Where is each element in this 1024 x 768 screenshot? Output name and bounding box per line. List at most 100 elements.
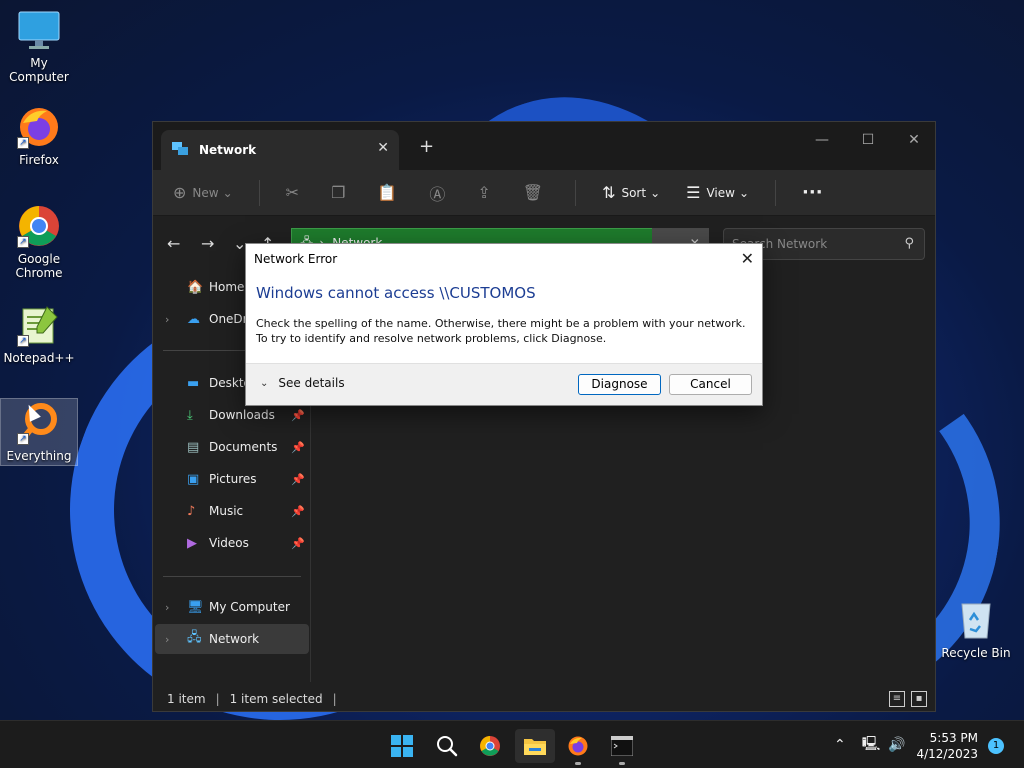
- clock[interactable]: 5:53 PM 4/12/2023: [916, 730, 978, 762]
- taskbar-terminal-button[interactable]: [602, 729, 642, 765]
- new-tab-button[interactable]: +: [419, 136, 434, 157]
- taskbar-search-button[interactable]: [427, 729, 467, 763]
- status-separator: |: [215, 692, 220, 706]
- chrome-icon: [480, 736, 500, 756]
- desktop-icon-firefox[interactable]: ↗ Firefox: [0, 105, 78, 167]
- status-item-count: 1 item: [167, 692, 206, 706]
- tiles-view-icon[interactable]: ▪: [911, 691, 927, 707]
- new-button[interactable]: ⊕ New ⌄: [173, 183, 233, 202]
- firefox-icon: ↗: [17, 105, 61, 149]
- clock-date: 4/12/2023: [916, 747, 978, 761]
- tab-close-icon[interactable]: ✕: [377, 140, 389, 156]
- network-error-dialog: Network Error ✕ Windows cannot access \\…: [245, 243, 763, 406]
- tab-bar: Network ✕ + — ☐ ✕: [153, 122, 935, 170]
- sidebar-item-videos[interactable]: ▶ Videos 📌: [155, 528, 309, 558]
- status-bar: 1 item | 1 item selected | ≡ ▪: [153, 687, 935, 711]
- notepad-plus-plus-icon: ↗: [17, 303, 61, 347]
- taskbar-chrome-button[interactable]: [470, 729, 510, 763]
- chevron-down-icon: ⌄: [260, 377, 269, 389]
- file-explorer-window: Network ✕ + — ☐ ✕ ⊕ New ⌄ ✂ ❐ 📋 Ⓐ ⇪ 🗑 ⇅ Sor…: [152, 121, 936, 712]
- details-view-icon[interactable]: ≡: [889, 691, 905, 707]
- desktop-icon-recycle-bin[interactable]: Recycle Bin: [936, 598, 1016, 660]
- window-close-icon[interactable]: ✕: [899, 132, 929, 148]
- chevron-down-icon: ⌄: [738, 185, 750, 200]
- scissors-icon: ✂: [285, 183, 300, 202]
- firefox-icon: [568, 736, 588, 756]
- sidebar-item-label: Home: [209, 280, 245, 294]
- dialog-title: Network Error: [254, 252, 338, 266]
- paste-button[interactable]: 📋: [377, 183, 403, 202]
- sidebar-item-pictures[interactable]: ▣ Pictures 📌: [155, 464, 309, 494]
- desktop-icon-my-computer[interactable]: My Computer: [0, 8, 78, 84]
- chrome-icon: ↗: [17, 204, 61, 248]
- trash-icon: 🗑: [522, 183, 544, 202]
- taskbar-firefox-button[interactable]: [558, 729, 598, 765]
- sidebar-item-label: Documents: [209, 440, 278, 454]
- tab-network[interactable]: Network ✕: [161, 130, 399, 170]
- start-button[interactable]: [382, 729, 422, 763]
- sidebar-item-label: Downloads: [209, 408, 275, 422]
- sort-icon: ⇅: [602, 183, 616, 202]
- folder-icon: [524, 739, 546, 755]
- see-details-toggle[interactable]: ⌄ See details: [260, 376, 345, 390]
- network-icon: 🖧: [187, 630, 202, 645]
- sidebar-item-music[interactable]: ♪ Music 📌: [155, 496, 309, 526]
- maximize-icon[interactable]: ☐: [853, 132, 883, 148]
- delete-button[interactable]: 🗑: [523, 183, 549, 202]
- diagnose-button[interactable]: Diagnose: [578, 374, 661, 395]
- chevron-down-icon: ⌄: [650, 185, 661, 200]
- pin-icon[interactable]: 📌: [291, 473, 305, 486]
- sidebar-item-my-computer[interactable]: › 🖥 My Computer: [155, 592, 309, 622]
- view-button[interactable]: ☰ View ⌄: [686, 183, 749, 202]
- desktop-icon-label: Firefox: [19, 153, 59, 167]
- desktop-icon-everything[interactable]: ↗ Everything: [0, 398, 78, 466]
- pin-icon[interactable]: 📌: [291, 537, 305, 550]
- notification-badge[interactable]: 1: [988, 738, 1004, 754]
- show-hidden-icons-chevron-icon[interactable]: ⌃: [834, 737, 846, 753]
- back-arrow-icon[interactable]: ←: [167, 234, 180, 253]
- windows-logo-icon: [391, 735, 413, 757]
- sort-button[interactable]: ⇅ Sort ⌄: [602, 183, 660, 202]
- desktop-icon-label: Everything: [6, 449, 72, 463]
- rename-icon: Ⓐ: [429, 184, 446, 204]
- chevron-right-icon: ›: [165, 312, 170, 326]
- search-icon: [437, 736, 458, 757]
- toolbar-divider: [575, 179, 577, 206]
- pin-icon[interactable]: 📌: [291, 441, 305, 454]
- plus-circle-icon: ⊕: [173, 183, 187, 202]
- view-label: View: [706, 185, 735, 200]
- dialog-close-icon[interactable]: ✕: [741, 249, 754, 268]
- share-icon: ⇪: [477, 183, 491, 202]
- copy-button[interactable]: ❐: [331, 183, 351, 202]
- volume-icon[interactable]: 🔊: [888, 737, 905, 753]
- taskbar-file-explorer-button[interactable]: [515, 729, 555, 763]
- sidebar-item-label: Pictures: [209, 472, 257, 486]
- music-icon: ♪: [187, 503, 196, 519]
- pin-icon[interactable]: 📌: [291, 409, 305, 422]
- desktop-icon-google-chrome[interactable]: ↗ Google Chrome: [0, 204, 78, 280]
- rename-button[interactable]: Ⓐ: [429, 181, 451, 205]
- dialog-message: Check the spelling of the name. Otherwis…: [256, 317, 746, 345]
- monitor-icon: [17, 8, 61, 52]
- system-tray: ⌃ 🖳 🔊: [834, 721, 906, 768]
- monitor-icon: 🖥: [187, 599, 204, 615]
- more-options-button[interactable]: ···: [802, 182, 823, 203]
- chevron-right-icon: ›: [165, 632, 170, 646]
- sidebar-item-network[interactable]: › 🖧 Network: [155, 624, 309, 654]
- network-status-icon[interactable]: 🖳: [862, 733, 881, 757]
- dialog-content: Windows cannot access \\CUSTOMOS Check t…: [246, 274, 762, 346]
- desktop-icon-notepad-plus-plus[interactable]: ↗ Notepad++: [0, 303, 78, 365]
- view-toggles: ≡ ▪: [889, 691, 927, 707]
- forward-arrow-icon[interactable]: →: [201, 234, 214, 253]
- download-icon: ⤓: [187, 407, 193, 423]
- minimize-icon[interactable]: —: [807, 132, 837, 148]
- network-icon: [171, 141, 189, 160]
- cancel-button[interactable]: Cancel: [669, 374, 752, 395]
- copy-icon: ❐: [331, 183, 346, 202]
- desktop-icon-label: My Computer: [9, 56, 69, 84]
- pin-icon[interactable]: 📌: [291, 505, 305, 518]
- shortcut-arrow-icon: ↗: [17, 236, 29, 248]
- sidebar-item-documents[interactable]: ▤ Documents 📌: [155, 432, 309, 462]
- cut-button[interactable]: ✂: [286, 183, 305, 202]
- share-button[interactable]: ⇪: [477, 183, 496, 202]
